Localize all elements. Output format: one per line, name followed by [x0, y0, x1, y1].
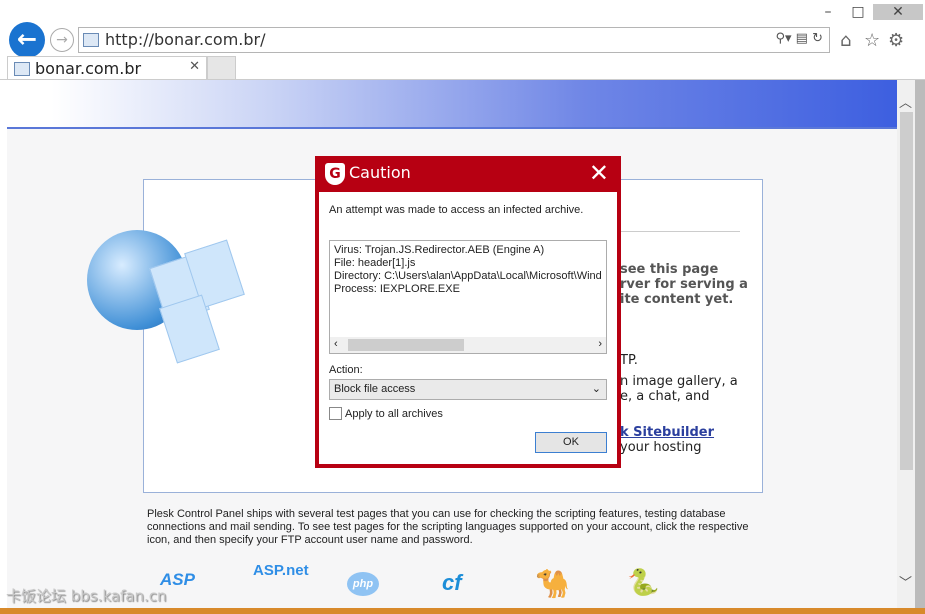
dialog-body: An attempt was made to access an infecte… — [319, 192, 617, 464]
text-fragment: e, a chat, and — [620, 389, 710, 404]
window-frame — [915, 80, 925, 614]
sitebuilder-link[interactable]: k Sitebuilder — [620, 425, 714, 440]
dialog-title: Caution — [349, 163, 411, 182]
dialog-message: An attempt was made to access an infecte… — [329, 204, 584, 216]
text-fragment: your hosting — [620, 440, 702, 455]
tab-title: bonar.com.br — [35, 59, 142, 78]
apply-all-checkbox[interactable] — [329, 407, 342, 420]
text-fragment: TP. — [620, 353, 638, 368]
detail-process: Process: IEXPLORE.EXE — [334, 283, 460, 295]
detail-file: File: header[1].js — [334, 257, 416, 269]
gdata-shield-icon: G — [325, 163, 345, 185]
compat-icon[interactable]: ▤ — [796, 31, 808, 46]
plesk-description: Plesk Control Panel ships with several t… — [147, 508, 749, 546]
home-icon[interactable]: ⌂ — [840, 30, 851, 51]
php-icon[interactable]: php — [347, 572, 379, 596]
scroll-down-icon[interactable]: ﹀ — [899, 572, 912, 591]
caution-dialog: G Caution ✕ An attempt was made to acces… — [315, 156, 621, 468]
back-icon[interactable]: ← — [9, 22, 45, 58]
forward-icon[interactable]: → — [50, 28, 74, 52]
detail-virus: Virus: Trojan.JS.Redirector.AEB (Engine … — [334, 244, 545, 256]
search-icon[interactable]: ⚲▾ — [775, 31, 791, 46]
heading-fragment: see this page — [620, 262, 719, 277]
scroll-right-icon[interactable]: › — [598, 338, 602, 350]
chevron-down-icon: ⌄ — [591, 383, 601, 395]
apply-all-label[interactable]: Apply to all archives — [345, 408, 443, 420]
dialog-close-button[interactable]: ✕ — [589, 159, 609, 187]
new-tab-button[interactable] — [207, 56, 236, 80]
star-icon[interactable]: ☆ — [864, 30, 880, 51]
desktop-background — [0, 608, 925, 614]
scroll-left-icon[interactable]: ‹ — [334, 338, 338, 350]
details-box[interactable]: Virus: Trojan.JS.Redirector.AEB (Engine … — [329, 240, 607, 354]
scrollbar-thumb[interactable] — [348, 339, 464, 351]
heading-fragment: rver for serving a — [620, 277, 748, 292]
horizontal-scrollbar[interactable]: ‹ › — [330, 337, 606, 353]
coldfusion-icon[interactable]: cf — [442, 570, 462, 596]
minimize-icon[interactable]: – — [815, 4, 841, 20]
action-value: Block file access — [334, 383, 416, 395]
heading-fragment: ite content yet. — [620, 292, 734, 307]
banner-line — [7, 127, 897, 129]
action-label: Action: — [329, 364, 363, 376]
address-bar[interactable]: http://bonar.com.br/ ⚲▾ ▤ ↻ — [78, 27, 830, 53]
aspnet-icon[interactable]: ASP.net — [253, 563, 309, 578]
maximize-icon[interactable]: □ — [845, 4, 871, 20]
url-text[interactable]: http://bonar.com.br/ — [105, 30, 265, 49]
close-icon[interactable]: ✕ — [873, 4, 923, 20]
gear-icon[interactable]: ⚙ — [888, 30, 904, 51]
python-snake-icon[interactable]: 🐍 — [627, 567, 659, 598]
tab-close-icon[interactable]: ✕ — [189, 59, 200, 74]
perl-camel-icon[interactable]: 🐪 — [535, 567, 570, 600]
action-select[interactable]: Block file access ⌄ — [329, 379, 607, 400]
banner — [7, 80, 897, 128]
scroll-up-icon[interactable]: ︿ — [899, 92, 912, 111]
text-fragment: n image gallery, a — [620, 374, 738, 389]
scrollbar-thumb[interactable] — [900, 112, 913, 470]
dialog-titlebar: G Caution ✕ — [319, 156, 617, 192]
ok-button[interactable]: OK — [535, 432, 607, 453]
favicon-icon — [83, 33, 99, 47]
refresh-icon[interactable]: ↻ — [812, 31, 823, 46]
address-tools[interactable]: ⚲▾ ▤ ↻ — [775, 31, 823, 46]
favicon-icon — [14, 62, 30, 76]
detail-directory: Directory: C:\Users\alan\AppData\Local\M… — [334, 270, 602, 282]
watermark: 卡饭论坛 bbs.kafan.cn — [6, 587, 167, 605]
tab-bonar[interactable]: bonar.com.br ✕ — [7, 56, 207, 80]
